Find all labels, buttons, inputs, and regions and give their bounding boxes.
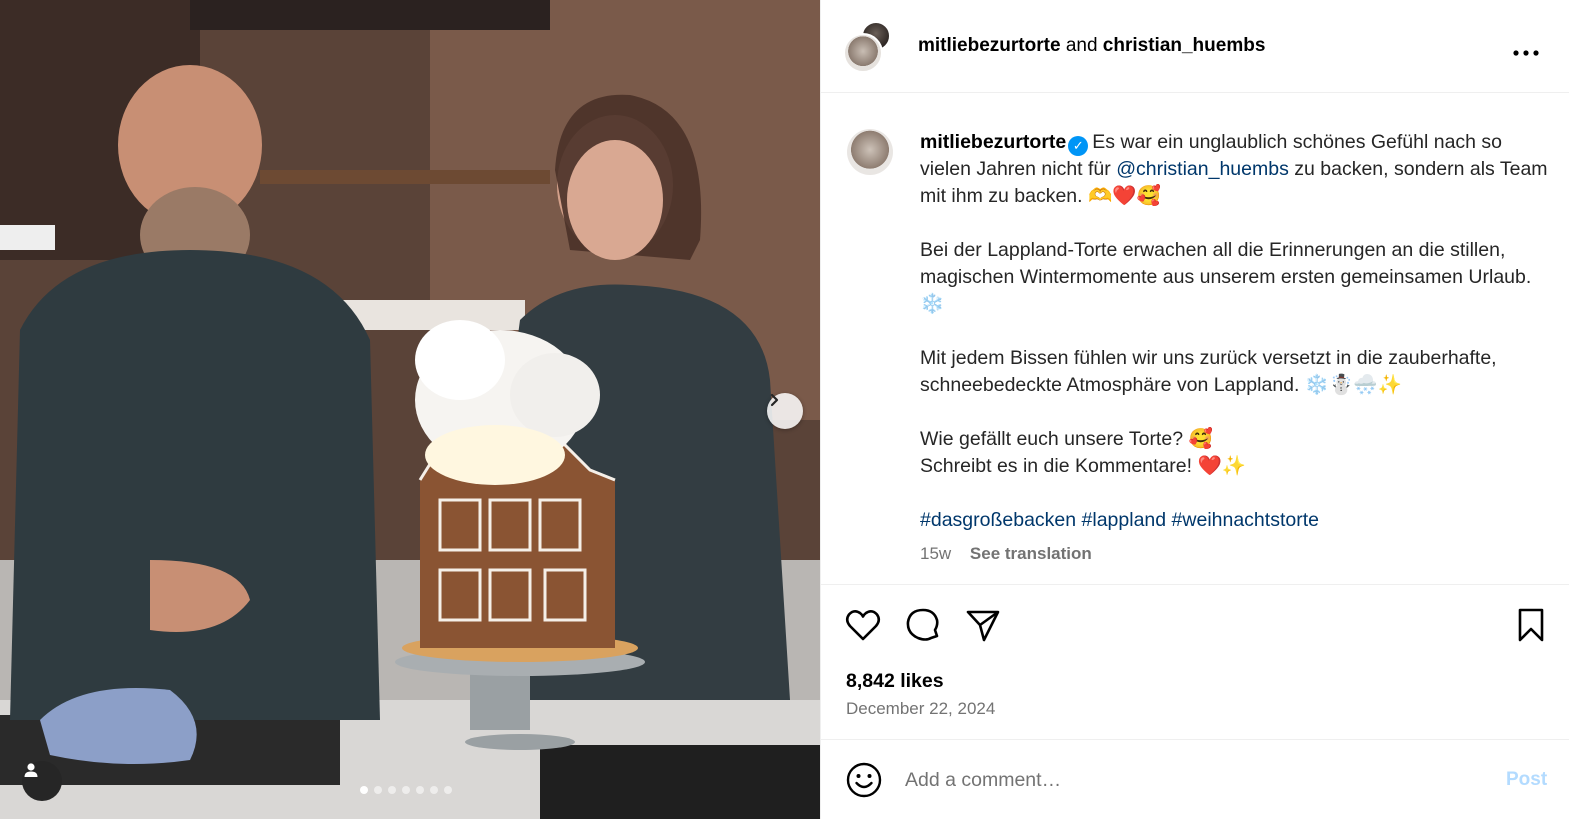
- authors-connector: and: [1065, 35, 1098, 56]
- caption-emoji: 🫶❤️🥰: [1087, 185, 1161, 207]
- tagged-users-button[interactable]: [22, 761, 62, 801]
- caption-meta: 15w See translation: [920, 544, 1092, 564]
- caption-emoji: ❄️☃️🌨️✨: [1304, 374, 1402, 396]
- caption-emoji: ❄️: [920, 293, 945, 315]
- post-header: mitliebezurtorte and christian_huembs: [821, 0, 1569, 93]
- like-button[interactable]: [843, 605, 883, 645]
- caption-paragraph-2: Bei der Lappland-Torte erwachen all die …: [920, 237, 1550, 318]
- heart-icon: [845, 610, 881, 641]
- caption-paragraph-1: mitliebezurtorte ✓ Es war ein unglaublich …: [920, 129, 1550, 210]
- carousel-dot: [374, 786, 382, 794]
- caption-emoji: 🥰: [1188, 428, 1213, 450]
- caption-text-segment: Mit jedem Bissen fühlen wir uns zurück v…: [920, 347, 1497, 396]
- emoji-picker-button[interactable]: [845, 761, 883, 799]
- caption-hashtags: #dasgroßebacken #lappland #weihnachtstor…: [920, 507, 1550, 534]
- caption-emoji: ❤️✨: [1197, 455, 1247, 477]
- post-age[interactable]: 15w: [920, 544, 951, 563]
- share-button[interactable]: [963, 605, 1003, 645]
- post-image[interactable]: [0, 0, 820, 819]
- comment-bar: Post: [821, 741, 1569, 819]
- save-button[interactable]: [1511, 605, 1551, 645]
- paper-plane-icon: [966, 610, 1000, 642]
- see-translation-button[interactable]: See translation: [970, 544, 1092, 563]
- caption-text-segment: Bei der Lappland-Torte erwachen all die …: [920, 239, 1532, 288]
- collab-avatars[interactable]: [843, 21, 895, 73]
- caption-avatar[interactable]: [847, 129, 893, 175]
- verified-badge-icon: ✓: [1068, 136, 1089, 156]
- comment-input[interactable]: [905, 765, 1465, 795]
- caption-paragraph-3: Mit jedem Bissen fühlen wir uns zurück v…: [920, 345, 1550, 399]
- post-actions: 8,842 likes December 22, 2024: [821, 585, 1569, 740]
- comment-button[interactable]: [903, 605, 943, 645]
- user-icon: [24, 763, 38, 777]
- carousel-dot: [416, 786, 424, 794]
- carousel-dot: [402, 786, 410, 794]
- caption-text: mitliebezurtorte ✓ Es war ein unglaublich …: [920, 129, 1550, 534]
- more-horizontal-icon: [1513, 50, 1539, 56]
- carousel-dot: [430, 786, 438, 794]
- carousel-dot: [444, 786, 452, 794]
- hashtag-link[interactable]: #lappland: [1082, 509, 1167, 531]
- comment-bubble-icon: [906, 608, 939, 641]
- post-caption: mitliebezurtorte ✓ Es war ein unglaublich …: [821, 93, 1569, 585]
- hashtag-link[interactable]: #weihnachtstorte: [1172, 509, 1319, 531]
- more-options-button[interactable]: [1513, 36, 1539, 62]
- bookmark-icon: [1518, 608, 1544, 642]
- likes-count[interactable]: 8,842 likes: [846, 670, 944, 693]
- mention-link[interactable]: @christian_huembs: [1116, 158, 1289, 180]
- caption-paragraph-4: Wie gefällt euch unsere Torte? 🥰 Schreib…: [920, 426, 1550, 480]
- caption-text-segment: Wie gefällt euch unsere Torte?: [920, 428, 1189, 450]
- post-detail-panel: mitliebezurtorte and christian_huembs mi…: [820, 0, 1569, 819]
- hashtag-link[interactable]: #dasgroßebacken: [920, 509, 1076, 531]
- next-slide-button[interactable]: [767, 393, 803, 429]
- collaborator-username[interactable]: christian_huembs: [1103, 35, 1266, 56]
- carousel-dot: [388, 786, 396, 794]
- avatar-mitliebezurtorte[interactable]: [843, 33, 883, 73]
- chevron-right-icon: [770, 393, 779, 407]
- caption-text-segment: Schreibt es in die Kommentare!: [920, 455, 1198, 477]
- post-comment-button[interactable]: Post: [1506, 769, 1547, 791]
- photo-illustration: [0, 0, 820, 819]
- carousel-dot: [360, 786, 368, 794]
- caption-username[interactable]: mitliebezurtorte: [920, 131, 1066, 153]
- author-username[interactable]: mitliebezurtorte: [918, 35, 1061, 56]
- carousel-indicator: [360, 786, 452, 794]
- post-date[interactable]: December 22, 2024: [846, 699, 995, 719]
- smiley-icon: [846, 762, 882, 798]
- post-authors: mitliebezurtorte and christian_huembs: [918, 35, 1265, 57]
